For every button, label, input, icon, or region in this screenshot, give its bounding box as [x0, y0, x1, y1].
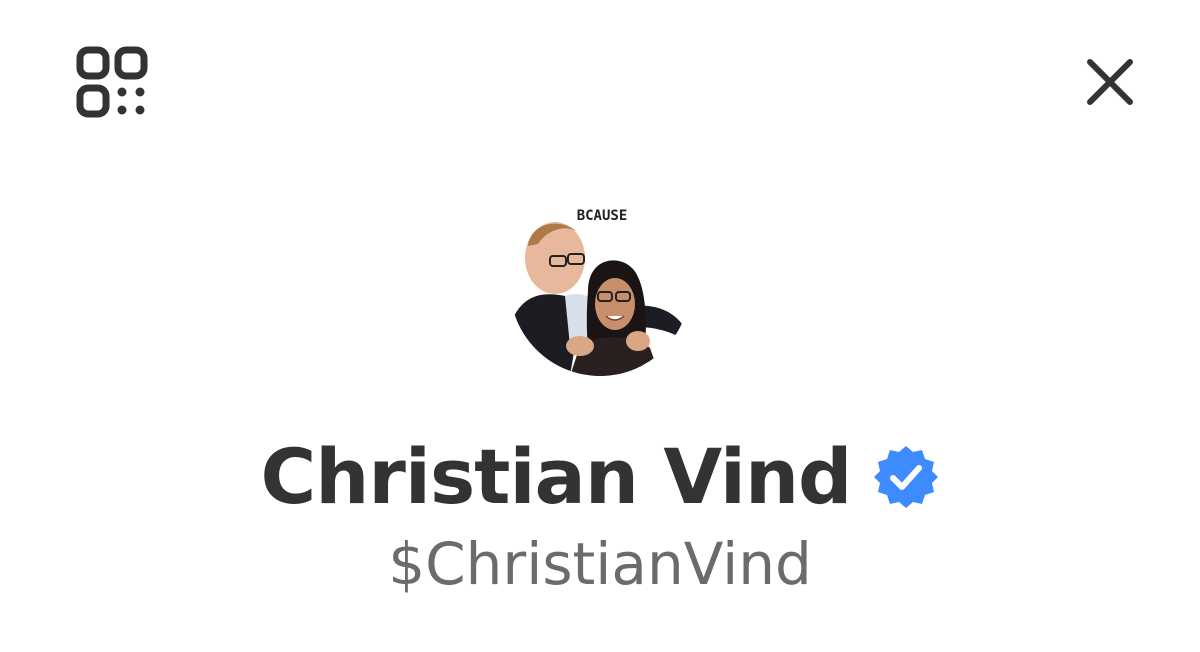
avatar: BCAUSE — [510, 196, 690, 376]
profile-name-row: Christian Vind — [0, 422, 1200, 532]
avatar-photo: BCAUSE — [510, 196, 690, 376]
qr-code-icon — [76, 46, 148, 118]
verified-badge-icon — [874, 446, 939, 508]
display-name: Christian Vind — [260, 432, 853, 521]
qr-code-button[interactable] — [74, 44, 150, 120]
avatar-logo: BCAUSE — [577, 208, 628, 224]
close-button[interactable] — [1080, 52, 1140, 112]
cashtag: $ChristianVind — [388, 530, 812, 598]
close-icon — [1087, 59, 1133, 105]
